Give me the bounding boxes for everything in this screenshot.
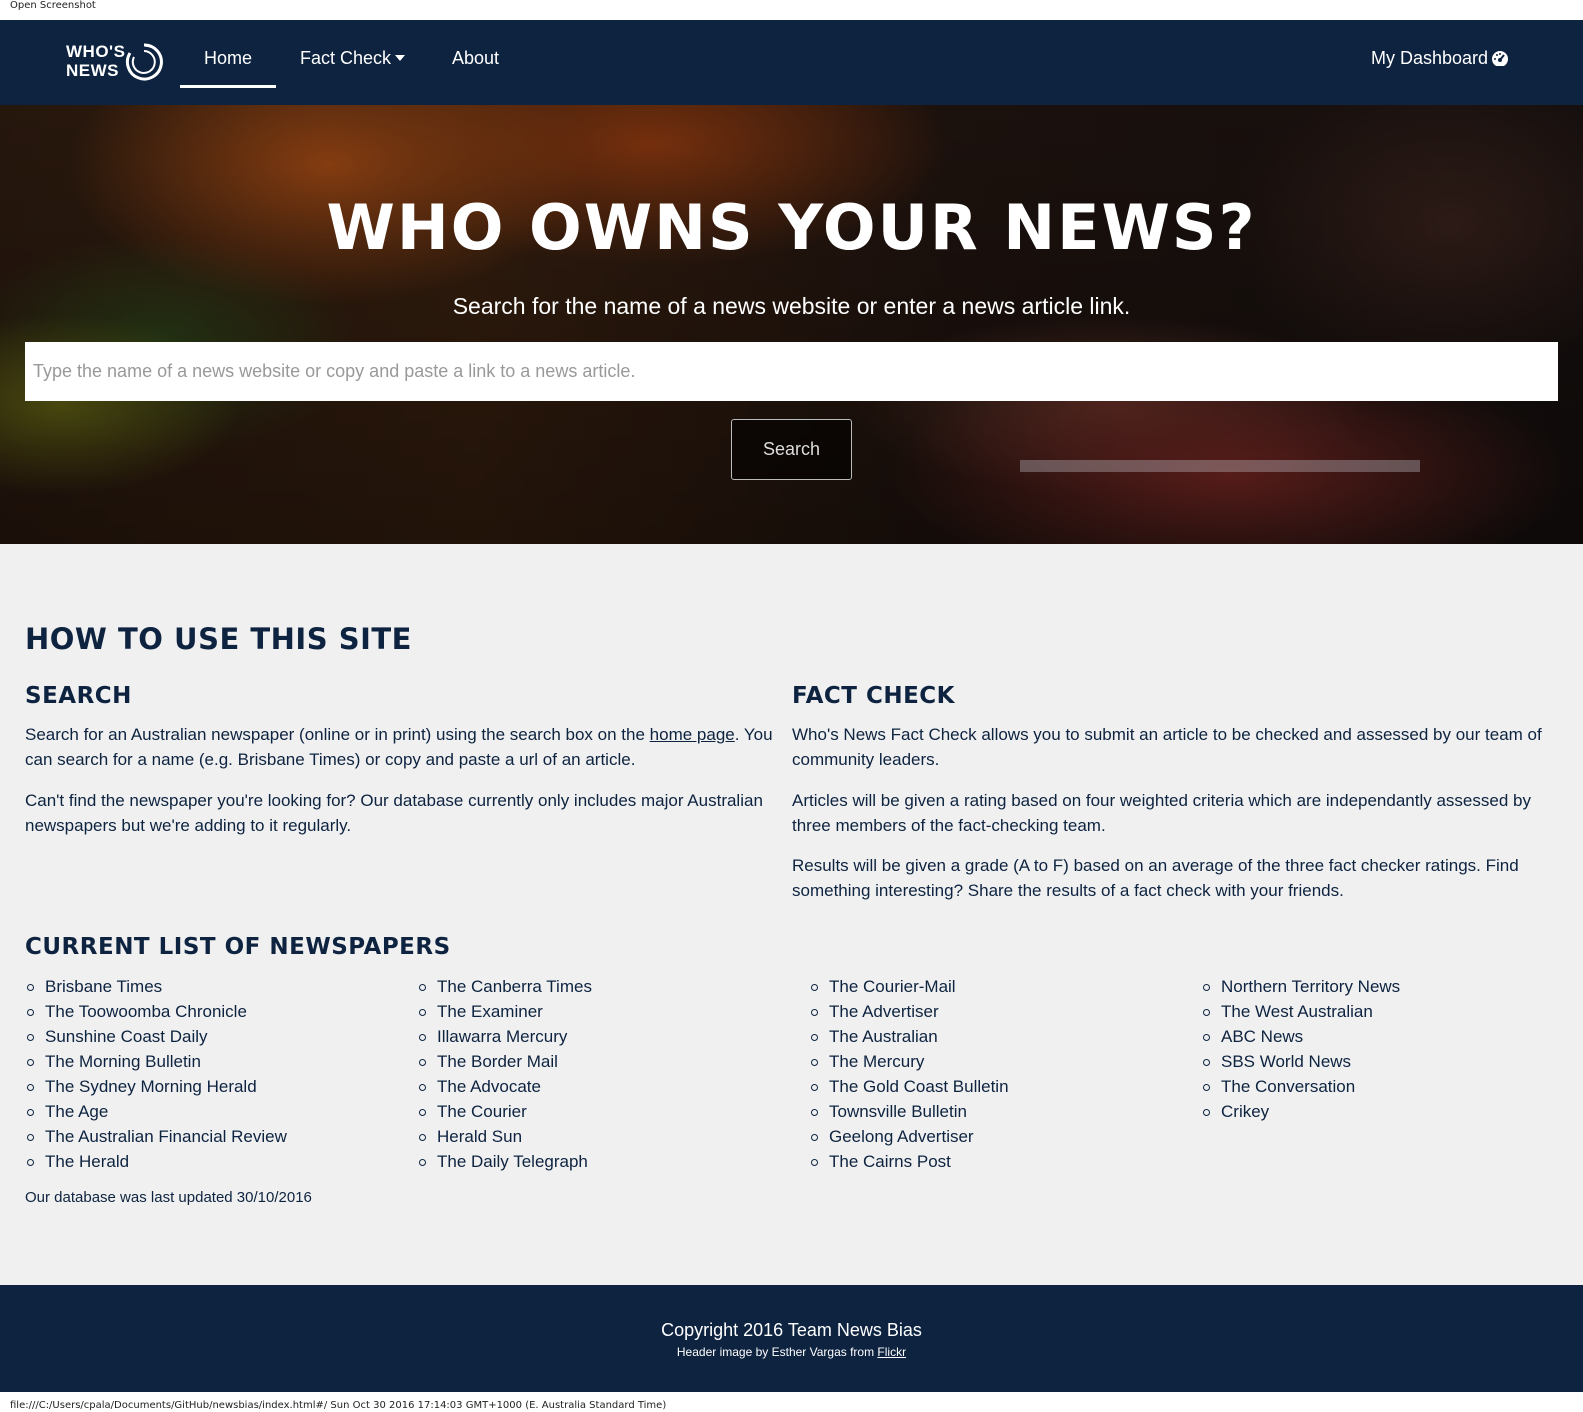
- newspaper-list-item: The West Australian: [1201, 999, 1400, 1024]
- home-page-link[interactable]: home page: [650, 725, 735, 744]
- nav-dashboard-label: My Dashboard: [1371, 48, 1489, 68]
- newspaper-list-item: Geelong Advertiser: [809, 1124, 1009, 1149]
- hero-background-detail: [1020, 460, 1420, 472]
- search-database-paragraph: Can't find the newspaper you're looking …: [25, 791, 763, 835]
- newspaper-list-item: The Border Mail: [417, 1049, 592, 1074]
- logo-text-line1: WHO'S: [66, 42, 126, 61]
- dashboard-gauge-icon: [1492, 50, 1509, 66]
- print-footer: file:///C:/Users/cpala/Documents/GitHub/…: [10, 1400, 667, 1411]
- newspaper-list-item: The Gold Coast Bulletin: [809, 1074, 1009, 1099]
- newspaper-list-column-1: Brisbane Times The Toowoomba Chronicle Sun…: [25, 974, 287, 1174]
- newspaper-list-item: Illawarra Mercury: [417, 1024, 592, 1049]
- hero-banner: WHO OWNS YOUR NEWS? Search for the name …: [0, 105, 1583, 544]
- newspaper-list-item: The Morning Bulletin: [25, 1049, 287, 1074]
- newspaper-list-item: The Courier: [417, 1099, 592, 1124]
- newspaper-list-item: Sunshine Coast Daily: [25, 1024, 287, 1049]
- newspaper-list-item: The Mercury: [809, 1049, 1009, 1074]
- newspaper-list-item: The Toowoomba Chronicle: [25, 999, 287, 1024]
- site-logo[interactable]: WHO'S NEWS: [66, 42, 125, 80]
- newspaper-list-column-3: The Courier-Mail The Advertiser The Austra…: [809, 974, 1009, 1174]
- newspaper-list-column-2: The Canberra Times The Examiner Illawarra …: [417, 974, 592, 1174]
- fact-check-paragraph-3: Results will be given a grade (A to F) b…: [792, 856, 1519, 900]
- how-to-heading: HOW TO USE THIS SITE: [25, 622, 412, 656]
- newspaper-list-item: The Age: [25, 1099, 287, 1124]
- search-section-heading: SEARCH: [25, 683, 132, 709]
- news-search-input[interactable]: [25, 342, 1558, 401]
- image-credit-text: Header image by Esther Vargas from: [676, 1345, 878, 1359]
- search-p1-before: Search for an Australian newspaper (onli…: [25, 725, 650, 744]
- main-content: HOW TO USE THIS SITE SEARCH Search for a…: [0, 544, 1583, 1285]
- hero-subtitle: Search for the name of a news website or…: [452, 293, 1131, 319]
- fact-check-section-heading: FACT CHECK: [792, 683, 955, 709]
- newspaper-list-column-4: Northern Territory News The West Australi…: [1201, 974, 1400, 1124]
- newspaper-list-item: The Australian Financial Review: [25, 1124, 287, 1149]
- caret-down-icon: [395, 54, 406, 61]
- print-header: Open Screenshot: [10, 0, 96, 11]
- newspaper-list-item: ABC News: [1201, 1024, 1400, 1049]
- image-credit: Header image by Esther Vargas from Flick…: [0, 1345, 1583, 1359]
- nav-home-link[interactable]: Home: [180, 48, 276, 69]
- fact-check-paragraph-1: Who's News Fact Check allows you to subm…: [792, 725, 1542, 769]
- newspaper-list-item: The Daily Telegraph: [417, 1149, 592, 1174]
- newspaper-list-item: The Herald: [25, 1149, 287, 1174]
- newspaper-list-item: Northern Territory News: [1201, 974, 1400, 999]
- newspaper-list-item: The Courier-Mail: [809, 974, 1009, 999]
- newspaper-list-item: The Examiner: [417, 999, 592, 1024]
- search-instructions-paragraph: Search for an Australian newspaper (onli…: [25, 722, 780, 772]
- fact-check-paragraph-2: Articles will be given a rating based on…: [792, 791, 1531, 835]
- flickr-link[interactable]: Flickr: [877, 1345, 906, 1359]
- newspaper-list-heading: CURRENT LIST OF NEWSPAPERS: [25, 934, 451, 960]
- logo-swirl-icon: [125, 43, 163, 81]
- newspaper-list-item: Townsville Bulletin: [809, 1099, 1009, 1124]
- nav-about-link[interactable]: About: [452, 48, 499, 69]
- database-updated-note: Our database was last updated 30/10/2016: [25, 1189, 312, 1206]
- newspaper-list-item: Brisbane Times: [25, 974, 287, 999]
- nav-fact-check-label: Fact Check: [300, 48, 392, 68]
- hero-title: WHO OWNS YOUR NEWS?: [326, 191, 1257, 264]
- search-button[interactable]: Search: [731, 419, 852, 480]
- newspaper-list-item: Crikey: [1201, 1099, 1400, 1124]
- newspaper-list-item: Herald Sun: [417, 1124, 592, 1149]
- newspaper-list-item: The Canberra Times: [417, 974, 592, 999]
- newspaper-list-item: The Advertiser: [809, 999, 1009, 1024]
- newspaper-list-item: The Sydney Morning Herald: [25, 1074, 287, 1099]
- copyright-text: Copyright 2016 Team News Bias: [661, 1320, 922, 1340]
- site-footer: Copyright 2016 Team News Bias Header ima…: [0, 1285, 1583, 1392]
- newspaper-list-item: The Australian: [809, 1024, 1009, 1049]
- newspaper-list-item: The Cairns Post: [809, 1149, 1009, 1174]
- newspaper-list-item: The Conversation: [1201, 1074, 1400, 1099]
- nav-dashboard-link[interactable]: My Dashboard: [1371, 48, 1509, 69]
- top-navbar: WHO'S NEWS Home Fact Check About My Dash…: [0, 20, 1583, 105]
- nav-active-indicator: [180, 85, 276, 88]
- newspaper-list-item: The Advocate: [417, 1074, 592, 1099]
- logo-text-line2: NEWS: [66, 61, 119, 80]
- newspaper-list-item: SBS World News: [1201, 1049, 1400, 1074]
- nav-fact-check-dropdown[interactable]: Fact Check: [300, 48, 406, 69]
